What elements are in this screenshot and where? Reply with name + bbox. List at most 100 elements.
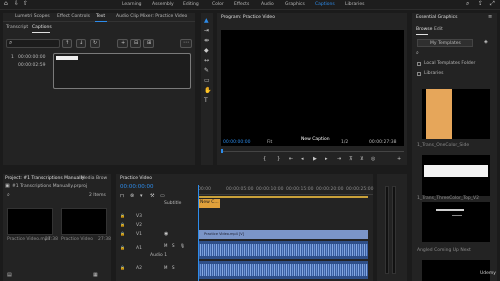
caption-out-time[interactable]: 00:00:02:59 — [18, 63, 45, 69]
split-caption-button[interactable]: ⊟ — [130, 39, 141, 48]
program-scrubber[interactable] — [221, 149, 404, 153]
panel-menu-icon[interactable]: ≡ — [488, 15, 492, 20]
go-to-in-icon[interactable]: ⇤ — [289, 157, 293, 162]
template-thumbnail-1[interactable] — [422, 89, 490, 139]
fit-dropdown[interactable]: Fit — [267, 140, 272, 146]
subtab-captions[interactable]: Captions — [32, 25, 52, 31]
extract-icon[interactable]: ⊻ — [360, 157, 364, 162]
workspace-editing[interactable]: Editing — [183, 2, 199, 8]
mark-out-icon[interactable]: } — [277, 157, 280, 162]
microphone-icon[interactable]: 🎙 — [180, 244, 185, 248]
lock-icon[interactable]: 🔒 — [120, 266, 125, 270]
subtab-browse[interactable]: Browse — [416, 27, 432, 33]
solo-icon[interactable]: S — [172, 244, 175, 248]
workspace-libraries[interactable]: Libraries — [345, 2, 364, 8]
type-tool-icon[interactable]: T — [204, 98, 208, 104]
home-icon[interactable]: ⌂ — [4, 1, 8, 7]
export-icon[interactable]: ⇧ — [23, 1, 28, 7]
timeline-ruler[interactable]: 00:00 00:00:05:00 00:00:10:00 00:00:15:0… — [198, 185, 373, 195]
step-forward-icon[interactable]: ▸ — [325, 157, 328, 162]
caption-text-field[interactable] — [53, 53, 191, 89]
template-thumbnail-2[interactable] — [422, 155, 490, 196]
lift-icon[interactable]: ⊼ — [349, 157, 353, 162]
slip-tool-icon[interactable]: ↔ — [204, 58, 209, 64]
razor-icon[interactable]: ◆ — [204, 48, 209, 54]
track-v2-label[interactable]: V2 — [136, 223, 142, 229]
program-timecode[interactable]: 00:00:00:00 — [223, 140, 250, 146]
play-icon[interactable]: ▶ — [313, 157, 317, 162]
caption-in-time[interactable]: 00:00:00:00 — [18, 55, 45, 61]
workspace-graphics[interactable]: Graphics — [285, 2, 305, 8]
audio-clip-a1[interactable] — [198, 241, 368, 259]
local-templates-checkbox[interactable] — [417, 62, 421, 66]
sequence-title[interactable]: Practice Video — [120, 176, 152, 182]
step-back-icon[interactable]: ◂ — [301, 157, 304, 162]
quality-dropdown[interactable]: 1/2 — [341, 140, 348, 146]
workspace-audio[interactable]: Audio — [261, 2, 274, 8]
add-caption-button[interactable]: + — [117, 39, 128, 48]
up-arrow-button[interactable]: ↑ — [62, 39, 72, 48]
mute-icon[interactable]: M — [164, 244, 167, 248]
timeline-timecode[interactable]: 00:00:00:00 — [120, 184, 154, 191]
timeline-playhead[interactable] — [198, 185, 199, 281]
share-icon[interactable]: ⇪ — [478, 1, 483, 7]
caption-clip[interactable]: New C... — [198, 199, 220, 208]
adobe-stock-icon[interactable]: ◈ — [484, 40, 488, 45]
workspace-captions[interactable]: Captions — [315, 2, 335, 8]
pen-tool-icon[interactable]: ✎ — [204, 68, 209, 74]
track-a2-label[interactable]: A2 — [136, 266, 142, 272]
tab-audio-clip-mixer[interactable]: Audio Clip Mixer: Practice Video — [116, 14, 187, 20]
caption-search-input[interactable]: ⌕ — [6, 39, 60, 48]
tab-lumetri-scopes[interactable]: Lumetri Scopes — [15, 14, 50, 20]
lock-icon[interactable]: 🔒 — [120, 232, 125, 236]
audio-clip-a2[interactable] — [198, 261, 368, 279]
video-clip[interactable]: Practice Video.mp4 [V] — [198, 230, 368, 239]
project-item-thumb-2[interactable] — [61, 208, 107, 235]
workspace-color[interactable]: Color — [212, 2, 224, 8]
add-marker-icon[interactable]: ▾ — [140, 194, 143, 199]
tab-media-browser[interactable]: Media Brow — [81, 176, 107, 182]
down-arrow-button[interactable]: ↓ — [76, 39, 86, 48]
linked-selection-icon[interactable]: ⊗ — [130, 194, 134, 199]
playhead-icon[interactable] — [221, 149, 223, 153]
new-item-icon[interactable]: ▦ — [93, 273, 98, 278]
workspace-effects[interactable]: Effects — [234, 2, 249, 8]
lock-icon[interactable]: 🔒 — [120, 214, 125, 218]
import-icon[interactable]: ⇩ — [14, 1, 19, 7]
subtab-edit[interactable]: Edit — [434, 27, 443, 33]
track-v1-label[interactable]: V1 — [136, 232, 142, 238]
add-button-icon[interactable]: + — [397, 157, 401, 162]
workspace-learning[interactable]: Learning — [122, 2, 142, 8]
track-select-icon[interactable]: ⇥ — [204, 28, 209, 34]
project-item-thumb-1[interactable] — [7, 208, 53, 235]
search-icon[interactable]: ⌕ — [416, 51, 419, 56]
fullscreen-icon[interactable]: ⤢ — [490, 1, 495, 7]
track-v3-label[interactable]: V3 — [136, 214, 142, 220]
my-templates-button[interactable]: My Templates — [417, 39, 473, 47]
tab-text[interactable]: Text — [96, 14, 105, 20]
mute-icon[interactable]: M — [164, 266, 167, 270]
template-thumbnail-3[interactable] — [422, 202, 490, 242]
replace-button[interactable]: ↻ — [90, 39, 100, 48]
wrench-icon[interactable]: ⚒ — [150, 194, 154, 199]
subtab-transcript[interactable]: Transcript — [6, 25, 28, 31]
selection-tool-icon[interactable]: ▲ — [204, 18, 209, 24]
ripple-edit-icon[interactable]: ⇹ — [204, 38, 209, 44]
go-to-out-icon[interactable]: ⇥ — [337, 157, 341, 162]
rectangle-tool-icon[interactable]: ▭ — [204, 78, 210, 84]
hand-tool-icon[interactable]: ✋ — [204, 88, 211, 94]
export-frame-icon[interactable]: ◎ — [371, 157, 375, 162]
snap-icon[interactable]: ⊓ — [120, 194, 124, 199]
mark-in-icon[interactable]: { — [263, 157, 266, 162]
captions-icon[interactable]: ▭ — [160, 194, 165, 199]
solo-icon[interactable]: S — [172, 266, 175, 270]
tab-project[interactable]: Project: #1 Transcriptions Manually — [5, 176, 84, 182]
lock-icon[interactable]: 🔒 — [120, 223, 125, 227]
more-options-button[interactable]: ⋯ — [180, 39, 192, 48]
work-area-bar[interactable] — [198, 196, 368, 198]
new-bin-icon[interactable]: ▤ — [7, 273, 12, 278]
workspace-assembly[interactable]: Assembly — [152, 2, 174, 8]
tab-effect-controls[interactable]: Effect Controls — [57, 14, 90, 20]
lock-icon[interactable]: 🔒 — [120, 246, 125, 250]
libraries-checkbox[interactable] — [417, 72, 421, 76]
